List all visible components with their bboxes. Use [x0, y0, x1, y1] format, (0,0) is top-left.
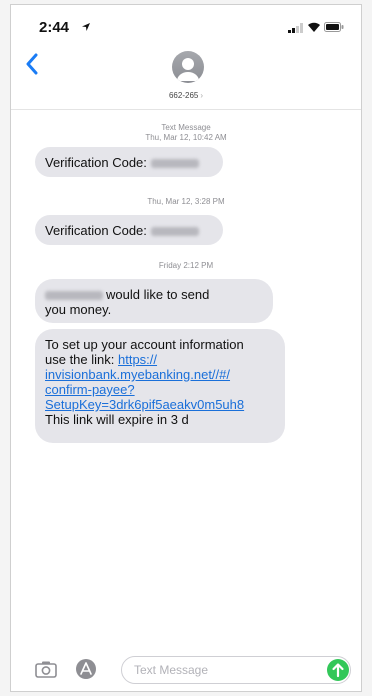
message-text: To set up your account information — [45, 337, 244, 352]
link-part-2[interactable]: invisionbank.myebanking.net//#/ — [45, 367, 275, 382]
message-text: you money. — [45, 302, 112, 317]
message-bubble-4[interactable]: To set up your account information use t… — [35, 329, 285, 443]
person-icon — [177, 58, 199, 81]
timestamp-date: Friday 2:12 PM — [158, 261, 214, 270]
status-bar: 2:44 — [11, 5, 361, 41]
battery-icon — [324, 22, 344, 32]
messages-screen: 2:44 662-265 › Text Message Thu, Mar 12,… — [10, 4, 362, 692]
camera-icon[interactable] — [35, 660, 57, 678]
message-text: would like to send — [106, 287, 210, 302]
redacted-code — [150, 227, 199, 237]
message-text-field[interactable]: Text Message — [121, 656, 351, 684]
timestamp-label: Text Message — [161, 123, 211, 132]
send-arrow-icon — [332, 663, 344, 678]
message-text: use the link: — [45, 352, 115, 367]
contact-name[interactable]: 662-265 › — [11, 91, 361, 100]
status-time: 2:44 — [39, 19, 70, 36]
link-part-1[interactable]: https:// — [118, 352, 157, 367]
message-text: Verification Code: — [45, 155, 147, 170]
contact-avatar[interactable] — [172, 51, 204, 83]
link-part-3[interactable]: confirm-payee? — [45, 382, 275, 397]
redacted-code — [150, 159, 199, 169]
app-store-icon[interactable] — [75, 658, 97, 680]
message-text: This link will expire in 3 d — [45, 412, 189, 427]
timestamp-3: Friday 2:12 PM — [11, 261, 361, 271]
timestamp-date: Thu, Mar 12, 10:42 AM — [145, 133, 227, 142]
timestamp-1: Text Message Thu, Mar 12, 10:42 AM — [11, 123, 361, 143]
location-arrow-icon — [82, 23, 90, 31]
message-bubble-1[interactable]: Verification Code: — [35, 147, 223, 177]
timestamp-2: Thu, Mar 12, 3:28 PM — [11, 197, 361, 207]
timestamp-date: Thu, Mar 12, 3:28 PM — [147, 197, 225, 206]
send-button[interactable] — [327, 659, 349, 681]
link-part-4[interactable]: SetupKey=3drk6pif5aeakv0m5uh8 — [45, 397, 275, 412]
message-text: Verification Code: — [45, 223, 147, 238]
signal-bars-icon — [288, 23, 303, 33]
message-bubble-3[interactable]: would like to send you money. — [35, 279, 273, 323]
contact-number: 662-265 — [168, 91, 199, 100]
back-chevron-icon[interactable] — [25, 53, 39, 75]
message-placeholder: Text Message — [134, 663, 209, 677]
redacted-sender — [45, 291, 103, 301]
message-bubble-2[interactable]: Verification Code: — [35, 215, 223, 245]
chevron-right-icon: › — [200, 91, 204, 100]
message-input-bar: Text Message — [11, 649, 361, 691]
conversation-header: 662-265 › — [11, 41, 361, 110]
wifi-icon — [308, 22, 320, 32]
